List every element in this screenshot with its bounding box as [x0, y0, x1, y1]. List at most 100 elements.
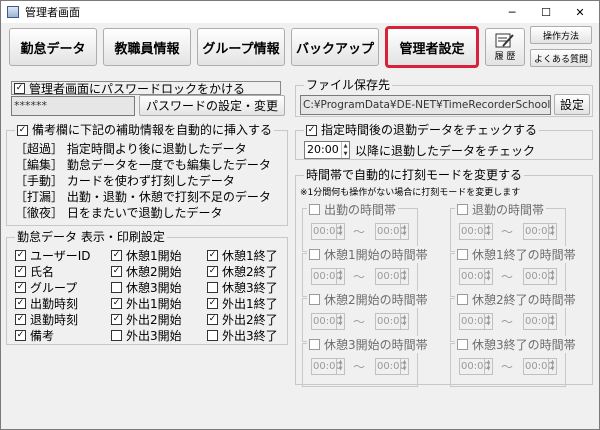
- spinner-icon[interactable]: ▲ ▼: [548, 269, 556, 284]
- spinner-icon[interactable]: ▲ ▼: [400, 269, 408, 284]
- time-to-input[interactable]: 00:00 ▲ ▼: [375, 223, 409, 240]
- display-option[interactable]: 外出2開始: [111, 311, 182, 328]
- time-range-option[interactable]: 休憩2開始の時間帯: [307, 291, 430, 308]
- display-option[interactable]: グループ: [15, 279, 77, 296]
- time-to-input[interactable]: 00:00 ▲ ▼: [523, 313, 557, 330]
- late-check-option[interactable]: 指定時間後の退勤データをチェックする: [304, 123, 540, 138]
- spinner-icon[interactable]: ▲ ▼: [484, 224, 492, 239]
- time-from-input[interactable]: 00:00 ▲ ▼: [459, 223, 493, 240]
- spinner-icon[interactable]: ▲ ▼: [484, 359, 492, 374]
- late-check-checkbox[interactable]: [306, 125, 317, 136]
- time-from-input[interactable]: 00:00 ▲ ▼: [311, 313, 345, 330]
- time-range-option[interactable]: 休憩1終了の時間帯: [455, 246, 578, 263]
- time-from-input[interactable]: 00:00 ▲ ▼: [311, 223, 345, 240]
- time-range-checkbox[interactable]: [309, 339, 320, 350]
- display-option[interactable]: 外出3終了: [207, 327, 278, 344]
- display-option[interactable]: 休憩1開始: [111, 247, 182, 264]
- password-lock-checkbox[interactable]: [14, 82, 25, 94]
- display-option[interactable]: 休憩2開始: [111, 263, 182, 280]
- time-spinner-icon[interactable]: ▲ ▼: [341, 142, 349, 158]
- display-option[interactable]: 休憩3開始: [111, 279, 182, 296]
- remarks-option[interactable]: 備考欄に下記の補助情報を自動的に挿入する: [15, 123, 275, 138]
- display-option[interactable]: 休憩1終了: [207, 247, 278, 264]
- spinner-icon[interactable]: ▲ ▼: [400, 314, 408, 329]
- spinner-icon[interactable]: ▲ ▼: [484, 314, 492, 329]
- spinner-icon[interactable]: ▲ ▼: [548, 224, 556, 239]
- time-range-option[interactable]: 休憩2終了の時間帯: [455, 291, 578, 308]
- display-option-checkbox[interactable]: [111, 314, 122, 325]
- display-option-checkbox[interactable]: [207, 250, 218, 261]
- spinner-icon[interactable]: ▲ ▼: [548, 359, 556, 374]
- spinner-icon[interactable]: ▲ ▼: [336, 224, 344, 239]
- file-save-button[interactable]: 設定: [554, 94, 590, 115]
- spinner-icon[interactable]: ▲ ▼: [400, 224, 408, 239]
- time-from-input[interactable]: 00:00 ▲ ▼: [311, 268, 345, 285]
- time-range-checkbox[interactable]: [457, 339, 468, 350]
- time-to-input[interactable]: 00:00 ▲ ▼: [523, 268, 557, 285]
- display-option[interactable]: 外出3開始: [111, 327, 182, 344]
- display-option-checkbox[interactable]: [111, 250, 122, 261]
- spinner-icon[interactable]: ▲ ▼: [336, 314, 344, 329]
- display-option-checkbox[interactable]: [15, 250, 26, 261]
- display-option-checkbox[interactable]: [111, 330, 122, 341]
- password-field[interactable]: ******: [11, 96, 135, 116]
- display-option[interactable]: 外出1開始: [111, 295, 182, 312]
- display-option-checkbox[interactable]: [111, 266, 122, 277]
- time-to-input[interactable]: 00:00 ▲ ▼: [523, 358, 557, 375]
- spinner-icon[interactable]: ▲ ▼: [336, 269, 344, 284]
- display-option[interactable]: 出勤時刻: [15, 295, 78, 312]
- spinner-icon[interactable]: ▲ ▼: [336, 359, 344, 374]
- maximize-button[interactable]: ☐: [529, 1, 563, 23]
- display-option[interactable]: 休憩2終了: [207, 263, 278, 280]
- time-range-option[interactable]: 休憩1開始の時間帯: [307, 246, 430, 263]
- tab-backup[interactable]: バックアップ: [291, 28, 379, 66]
- history-button[interactable]: 履 歴: [485, 28, 525, 66]
- time-from-input[interactable]: 00:00 ▲ ▼: [459, 358, 493, 375]
- time-range-checkbox[interactable]: [309, 294, 320, 305]
- display-option[interactable]: 外出2終了: [207, 311, 278, 328]
- time-from-input[interactable]: 00:00 ▲ ▼: [459, 313, 493, 330]
- tab-attendance-data[interactable]: 勤怠データ: [9, 28, 97, 66]
- tab-group-info[interactable]: グループ情報: [197, 28, 285, 66]
- display-option-checkbox[interactable]: [207, 266, 218, 277]
- password-lock-option[interactable]: 管理者画面にパスワードロックをかける: [11, 81, 281, 96]
- time-range-checkbox[interactable]: [457, 204, 468, 215]
- late-check-time[interactable]: 20:00 ▲ ▼: [304, 141, 350, 159]
- spinner-icon[interactable]: ▲ ▼: [400, 359, 408, 374]
- display-option-checkbox[interactable]: [15, 314, 26, 325]
- time-range-option[interactable]: 休憩3終了の時間帯: [455, 336, 578, 353]
- display-option-checkbox[interactable]: [15, 330, 26, 341]
- time-range-checkbox[interactable]: [457, 249, 468, 260]
- time-to-input[interactable]: 00:00 ▲ ▼: [523, 223, 557, 240]
- file-save-path[interactable]: C:¥ProgramData¥DE-NET¥TimeRecorderSchool: [300, 95, 551, 115]
- time-range-checkbox[interactable]: [309, 204, 320, 215]
- display-option-checkbox[interactable]: [15, 282, 26, 293]
- minimize-button[interactable]: ─: [495, 1, 529, 23]
- display-option-checkbox[interactable]: [15, 298, 26, 309]
- display-option-checkbox[interactable]: [207, 314, 218, 325]
- spinner-icon[interactable]: ▲ ▼: [484, 269, 492, 284]
- time-range-checkbox[interactable]: [457, 294, 468, 305]
- remarks-checkbox[interactable]: [17, 125, 28, 136]
- close-button[interactable]: ✕: [563, 1, 597, 23]
- display-option-checkbox[interactable]: [207, 298, 218, 309]
- display-option[interactable]: 退勤時刻: [15, 311, 78, 328]
- display-option-checkbox[interactable]: [15, 266, 26, 277]
- time-range-option[interactable]: 休憩3開始の時間帯: [307, 336, 430, 353]
- time-to-input[interactable]: 00:00 ▲ ▼: [375, 268, 409, 285]
- faq-button[interactable]: よくある質問: [530, 49, 592, 67]
- tab-staff-info[interactable]: 教職員情報: [103, 28, 191, 66]
- time-range-checkbox[interactable]: [309, 249, 320, 260]
- time-range-option[interactable]: 退勤の時間帯: [455, 201, 547, 218]
- display-option[interactable]: 外出1終了: [207, 295, 278, 312]
- help-button[interactable]: 操作方法: [530, 26, 592, 44]
- tab-admin-settings[interactable]: 管理者設定: [385, 26, 479, 68]
- display-option-checkbox[interactable]: [111, 298, 122, 309]
- time-to-input[interactable]: 00:00 ▲ ▼: [375, 313, 409, 330]
- password-set-button[interactable]: パスワードの設定・変更: [139, 95, 285, 116]
- display-option[interactable]: 氏名: [15, 263, 54, 280]
- time-from-input[interactable]: 00:00 ▲ ▼: [459, 268, 493, 285]
- display-option[interactable]: 休憩3終了: [207, 279, 278, 296]
- display-option[interactable]: ユーザーID: [15, 247, 91, 264]
- spinner-icon[interactable]: ▲ ▼: [548, 314, 556, 329]
